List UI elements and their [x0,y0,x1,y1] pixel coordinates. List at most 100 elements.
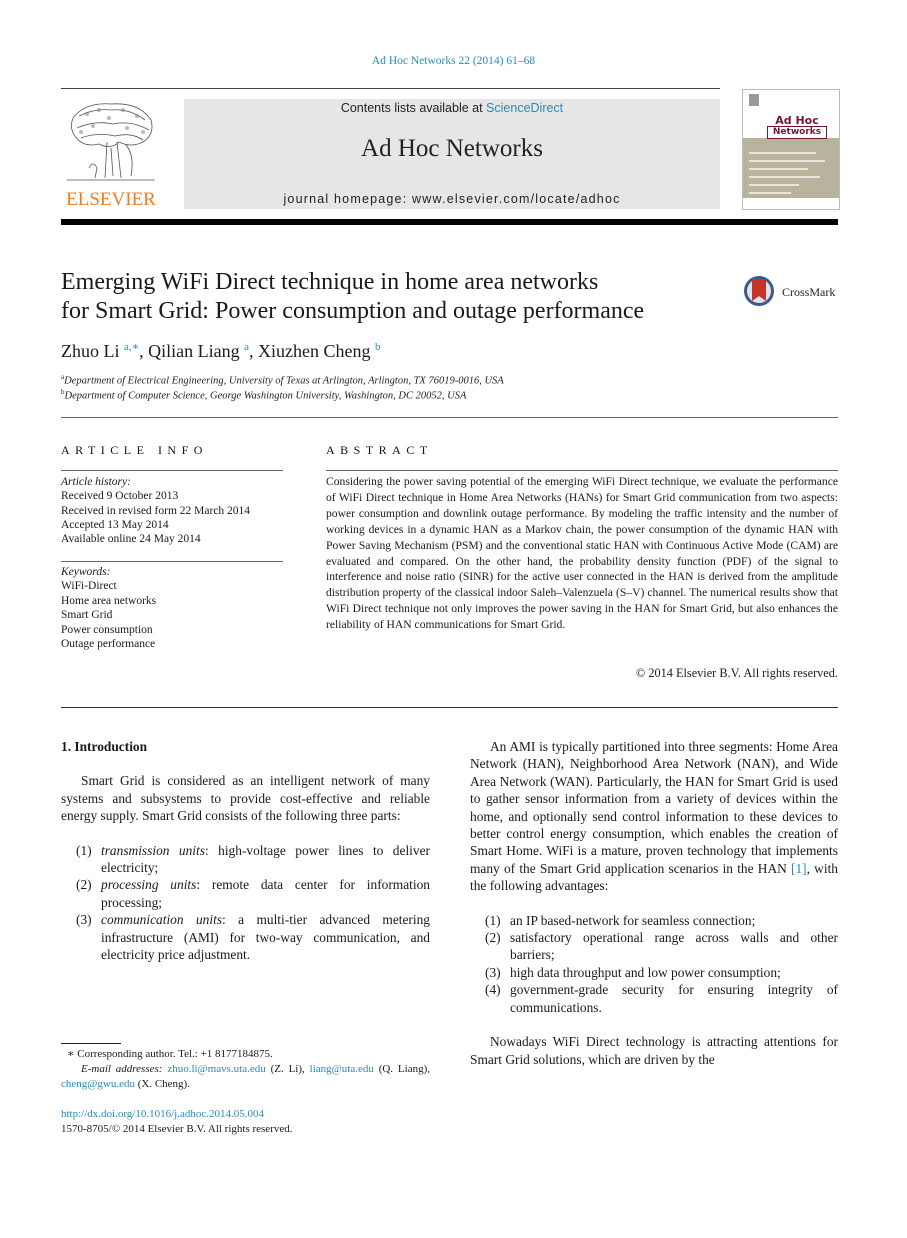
email-label: E-mail addresses: [81,1063,163,1075]
journal-cover-thumbnail[interactable]: Ad Hoc Networks [742,89,840,210]
article-title-line2: for Smart Grid: Power consumption and ou… [61,298,645,324]
cover-title-line1: Ad Hoc [775,114,819,127]
list-number: (2) [76,877,92,893]
history-item: Accepted 13 May 2014 [61,518,169,531]
article-info-heading: ARTICLE INFO [61,443,208,457]
body-column-left: 1. Introduction Smart Grid is considered… [61,738,430,963]
footnote-rule [61,1043,121,1044]
author-affiliation-link[interactable]: b [375,341,381,353]
email-owner: (X. Cheng). [134,1078,190,1090]
article-title-line1: Emerging WiFi Direct technique in home a… [61,269,599,295]
advantages-list: (1) an IP based-network for seamless conn… [470,912,838,1016]
list-number: (3) [76,912,92,928]
body-column-right: An AMI is typically partitioned into thr… [470,738,838,1068]
keywords-label: Keywords: [61,566,111,578]
author-affiliation-link[interactable]: a,∗ [124,341,139,353]
abstract-copyright: © 2014 Elsevier B.V. All rights reserved… [635,666,838,680]
affiliation-text: Department of Computer Science, George W… [64,390,467,402]
list-text: an IP based-network for seamless connect… [510,912,756,928]
author-name[interactable]: Qilian Liang [148,341,239,361]
list-text: satisfactory operational range across wa… [510,930,838,963]
email-owner: (Q. Liang), [373,1063,430,1075]
divider [61,417,838,418]
abstract-text: Considering the power saving potential o… [326,475,838,632]
corresponding-author-note: ∗ Corresponding author. Tel.: +1 8177184… [67,1048,273,1060]
author-name[interactable]: Zhuo Li [61,341,120,361]
journal-citation-link[interactable]: Ad Hoc Networks 22 (2014) 61–68 [0,55,907,67]
article-title: Emerging WiFi Direct technique in home a… [61,268,721,326]
article-history: Article history: Received 9 October 2013… [61,475,250,546]
section-heading: 1. Introduction [61,739,148,754]
journal-banner: Contents lists available at ScienceDirec… [184,99,720,209]
author-name[interactable]: Xiuzhen Cheng [258,341,370,361]
crossmark-button[interactable]: CrossMark [744,276,844,312]
cover-title-line2: Networks [767,126,827,139]
list-number: (1) [76,842,92,858]
list-number: (4) [485,982,501,998]
email-owner: (Z. Li), [265,1063,310,1075]
reference-link[interactable]: [1] [791,861,807,876]
doi-block: http://dx.doi.org/10.1016/j.adhoc.2014.0… [61,1107,293,1137]
contents-prefix: Contents lists available at [340,101,487,115]
history-item: Received in revised form 22 March 2014 [61,504,251,517]
affiliation: aDepartment of Electrical Engineering, U… [61,373,504,387]
list-item: (2) satisfactory operational range across… [470,929,838,964]
affiliation-text: Department of Electrical Engineering, Un… [64,375,504,387]
parts-list: (1) transmission units: high-voltage powe… [61,842,430,964]
history-item: Received 9 October 2013 [61,490,179,503]
keyword: Outage performance [61,638,156,651]
contents-line: Contents lists available at ScienceDirec… [184,101,720,115]
email-link[interactable]: zhuo.li@mavs.uta.edu [167,1063,265,1075]
list-item: (3) communication units: a multi-tier adv… [61,911,430,963]
list-term: communication units [101,912,223,928]
email-link[interactable]: liang@uta.edu [310,1063,374,1075]
keyword: Power consumption [61,623,153,636]
paragraph: Smart Grid is considered as an intellige… [61,773,430,824]
list-text: government-grade security for ensuring i… [510,982,838,1015]
email-note: E-mail addresses: zhuo.li@mavs.uta.edu (… [61,1062,430,1092]
paragraph: An AMI is typically partitioned into thr… [470,738,838,895]
list-item: (2) processing units: remote data center … [61,876,430,911]
cover-decoration [749,152,833,200]
paragraph: Nowadays WiFi Direct technology is attra… [470,1034,838,1067]
paragraph-text: An AMI is typically partitioned into thr… [470,739,838,876]
list-item: (1) an IP based-network for seamless conn… [470,912,838,929]
elsevier-wordmark: ELSEVIER [66,189,156,210]
email-link[interactable]: cheng@gwu.edu [61,1078,135,1090]
list-term: processing units [101,877,197,893]
header-rule [61,88,720,89]
keywords: Keywords: WiFi-Direct Home area networks… [61,565,156,651]
doi-link[interactable]: http://dx.doi.org/10.1016/j.adhoc.2014.0… [61,1107,293,1122]
sciencedirect-link[interactable]: ScienceDirect [486,101,563,115]
list-number: (2) [485,930,501,946]
author-list: Zhuo Li a,∗, Qilian Liang a, Xiuzhen Che… [61,341,381,361]
abstract-heading: ABSTRACT [326,443,433,457]
divider [326,470,838,471]
divider [61,707,838,708]
keyword: Home area networks [61,594,157,607]
crossmark-label: CrossMark [782,285,836,299]
divider [61,470,283,471]
cover-elsevier-icon [749,94,759,106]
list-number: (3) [485,964,501,980]
affiliation: bDepartment of Computer Science, George … [61,388,466,402]
list-text: high data throughput and low power consu… [510,964,781,980]
keyword: WiFi-Direct [61,580,117,593]
elsevier-tree-icon [65,98,157,186]
footnotes: ∗ Corresponding author. Tel.: +1 8177184… [61,1047,430,1092]
list-item: (1) transmission units: high-voltage powe… [61,842,430,877]
author-affiliation-link[interactable]: a [244,341,249,353]
list-number: (1) [485,912,501,928]
journal-homepage[interactable]: journal homepage: www.elsevier.com/locat… [184,192,720,206]
cover-title: Ad Hoc Networks [767,115,827,139]
history-item: Available online 24 May 2014 [61,533,201,546]
journal-name: Ad Hoc Networks [361,135,543,162]
header-thick-rule [61,219,838,225]
list-item: (4) government-grade security for ensurin… [470,981,838,1016]
issn-copyright: 1570-8705/© 2014 Elsevier B.V. All right… [61,1123,293,1135]
elsevier-logo[interactable]: ELSEVIER [61,98,161,210]
list-term: transmission units [101,842,205,858]
list-item: (3) high data throughput and low power co… [470,964,838,981]
divider [61,561,283,562]
